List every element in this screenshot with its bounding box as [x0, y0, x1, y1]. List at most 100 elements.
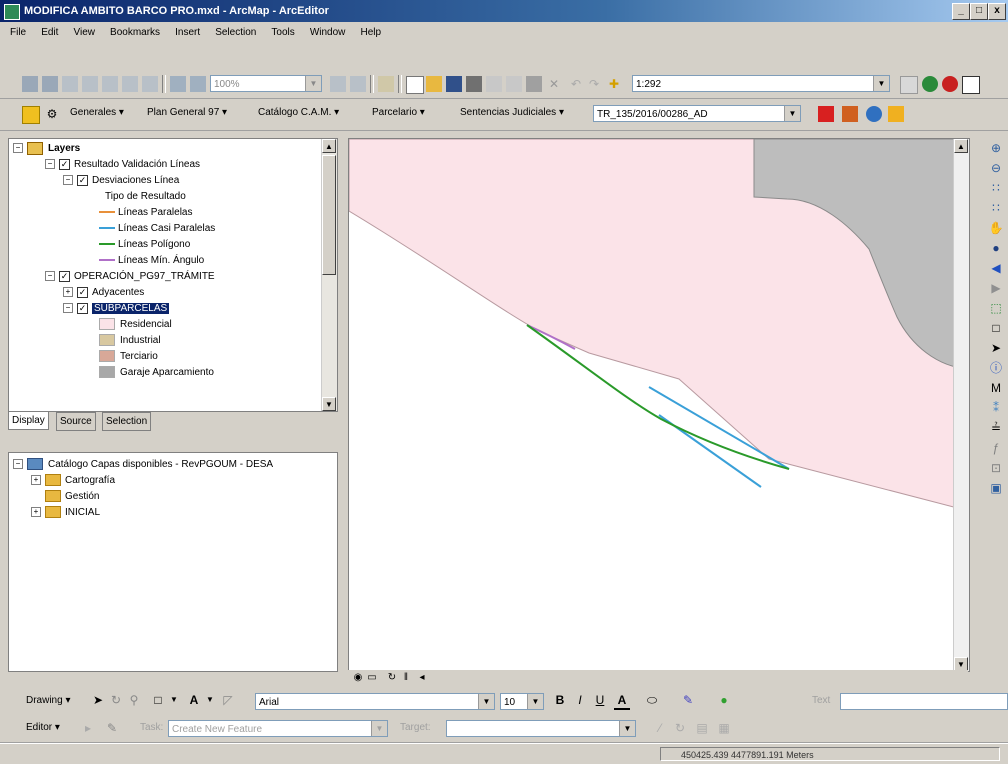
scroll-up-icon[interactable]: ▲ — [954, 139, 968, 153]
shape-dropdown-icon[interactable]: ▼ — [166, 692, 182, 708]
scroll-thumb[interactable] — [322, 155, 336, 275]
menu-bookmarks[interactable]: Bookmarks — [110, 27, 160, 38]
minimize-button[interactable]: _ — [952, 3, 970, 20]
tab-display[interactable]: Display — [8, 412, 49, 430]
collapse-icon[interactable]: − — [63, 175, 73, 186]
fixed-zoom-icon[interactable] — [62, 76, 78, 92]
rectangle-icon[interactable]: □ — [150, 692, 166, 708]
arccatalog-icon[interactable] — [942, 76, 958, 92]
menu-file[interactable]: File — [10, 27, 26, 38]
menu-selection[interactable]: Selection — [215, 27, 256, 38]
command-line-icon[interactable] — [962, 76, 980, 94]
arctoolbox-icon[interactable] — [922, 76, 938, 92]
text-input[interactable] — [840, 693, 1008, 710]
back-extent-icon[interactable] — [102, 76, 118, 92]
select-features-icon[interactable]: ⬚ — [988, 300, 1004, 316]
map-scrollbar[interactable]: ▲ ▼ — [953, 139, 969, 671]
sketch-properties-icon[interactable]: ▦ — [716, 720, 732, 736]
expediente-combo[interactable]: TR_135/2016/00286_AD ▼ — [593, 105, 801, 122]
lightbulb-icon[interactable] — [888, 106, 904, 122]
full-extent-icon[interactable] — [82, 76, 98, 92]
split-icon[interactable]: ⁄ — [652, 720, 668, 736]
attributes-icon[interactable]: ▤ — [694, 720, 710, 736]
collapse-icon[interactable]: − — [13, 459, 23, 470]
restore-button[interactable]: □ — [970, 3, 988, 20]
clear-selection-icon[interactable]: □ — [988, 320, 1004, 336]
marker-color-icon[interactable]: ● — [716, 692, 732, 708]
drawing-menu[interactable]: Drawing ▾ — [26, 695, 70, 706]
select-elements-icon[interactable]: ➤ — [988, 340, 1004, 356]
zoom-out-icon[interactable] — [42, 76, 58, 92]
text-tool-icon[interactable]: A — [186, 692, 202, 708]
underline-button[interactable]: U — [592, 692, 608, 708]
menu-generales[interactable]: Generales ▾ — [70, 107, 124, 118]
collapse-icon[interactable]: − — [13, 143, 23, 154]
select-pointer-icon[interactable]: ➤ — [90, 692, 106, 708]
map-display[interactable]: ▲ ▼ — [348, 138, 970, 672]
measure-icon[interactable]: ≟ — [988, 420, 1004, 436]
cut-icon[interactable] — [486, 76, 502, 92]
layer-checkbox[interactable]: ✓ — [59, 158, 70, 170]
menu-plan-general-97[interactable]: Plan General 97 ▾ — [147, 107, 227, 118]
zoom-selected-icon[interactable]: ⚲ — [126, 692, 142, 708]
layer-checkbox[interactable]: ✓ — [77, 302, 88, 314]
find-icon[interactable]: M — [988, 380, 1004, 396]
catalog-folder[interactable]: + Cartografía — [31, 473, 115, 489]
zoom-out-icon[interactable]: ⊖ — [988, 160, 1004, 176]
expand-icon[interactable]: + — [31, 507, 41, 518]
layout-zoom-icon[interactable] — [170, 76, 186, 92]
focus-frame-icon[interactable] — [350, 76, 366, 92]
menu-parcelario[interactable]: Parcelario ▾ — [372, 107, 425, 118]
red-flag-icon[interactable] — [818, 106, 834, 122]
zoom-in-icon[interactable]: ⊕ — [988, 140, 1004, 156]
tab-selection[interactable]: Selection — [102, 412, 152, 431]
close-button[interactable]: x — [988, 3, 1006, 20]
new-document-icon[interactable] — [406, 76, 424, 94]
font-size-combo[interactable]: 10 ▼ — [500, 693, 544, 710]
toc-scrollbar[interactable]: ▲ ▼ — [321, 139, 337, 411]
fixed-zoom-out-icon[interactable]: ∷ — [988, 200, 1004, 216]
html-popup-icon[interactable]: ⊡ — [988, 460, 1004, 476]
collapse-icon[interactable]: − — [63, 303, 73, 314]
layer-checkbox[interactable]: ✓ — [77, 174, 88, 186]
bold-button[interactable]: B — [552, 692, 568, 708]
layout-view-icon[interactable] — [378, 76, 394, 92]
callout-icon[interactable]: ◸ — [220, 692, 236, 708]
collapse-icon[interactable]: − — [45, 271, 55, 282]
map-scale-combo[interactable]: 1:292 ▼ — [632, 75, 890, 92]
toc-row-operacion[interactable]: − ✓ OPERACIÓN_PG97_TRÁMITE — [45, 269, 215, 285]
scroll-up-icon[interactable]: ▲ — [322, 139, 336, 153]
gear-icon[interactable]: ⚙ — [44, 106, 60, 122]
edit-tool-icon[interactable]: ▸ — [80, 720, 96, 736]
expand-icon[interactable]: + — [31, 475, 41, 486]
bookmark-tool-icon[interactable] — [842, 106, 858, 122]
menu-sentencias-judiciales[interactable]: Sentencias Judiciales ▾ — [460, 107, 564, 118]
forward-extent-icon[interactable] — [122, 76, 138, 92]
toc-row-adyacentes[interactable]: + ✓ Adyacentes — [63, 285, 144, 301]
fixed-zoom-in-icon[interactable]: ∷ — [988, 180, 1004, 196]
menu-tools[interactable]: Tools — [271, 27, 294, 38]
line-color-icon[interactable]: ✎ — [680, 692, 696, 708]
info-icon[interactable] — [866, 106, 882, 122]
toc-row-desviaciones[interactable]: − ✓ Desviaciones Línea — [63, 173, 179, 189]
layer-checkbox[interactable]: ✓ — [59, 270, 70, 282]
editor-toolbar-icon[interactable] — [900, 76, 918, 94]
font-combo[interactable]: Arial ▼ — [255, 693, 495, 710]
map-canvas[interactable] — [349, 139, 969, 671]
catalog-root[interactable]: − Catálogo Capas disponibles - RevPGOUM -… — [13, 457, 273, 473]
expand-icon[interactable]: + — [63, 287, 73, 298]
menu-edit[interactable]: Edit — [41, 27, 58, 38]
forward-icon[interactable]: ▶ — [988, 280, 1004, 296]
text-dropdown-icon[interactable]: ▼ — [202, 692, 218, 708]
menu-insert[interactable]: Insert — [175, 27, 200, 38]
select-elements-icon[interactable] — [142, 76, 158, 92]
italic-button[interactable]: I — [572, 692, 588, 708]
collapse-icon[interactable]: − — [45, 159, 55, 170]
delete-icon[interactable]: ✕ — [546, 76, 562, 92]
task-combo[interactable]: Create New Feature ▼ — [168, 720, 388, 737]
toggle-draft-icon[interactable] — [330, 76, 346, 92]
hyperlink-icon[interactable]: ƒ — [988, 440, 1004, 456]
house-icon[interactable] — [22, 106, 40, 124]
toc-grip[interactable] — [8, 131, 344, 137]
redo-icon[interactable]: ↷ — [586, 76, 602, 92]
